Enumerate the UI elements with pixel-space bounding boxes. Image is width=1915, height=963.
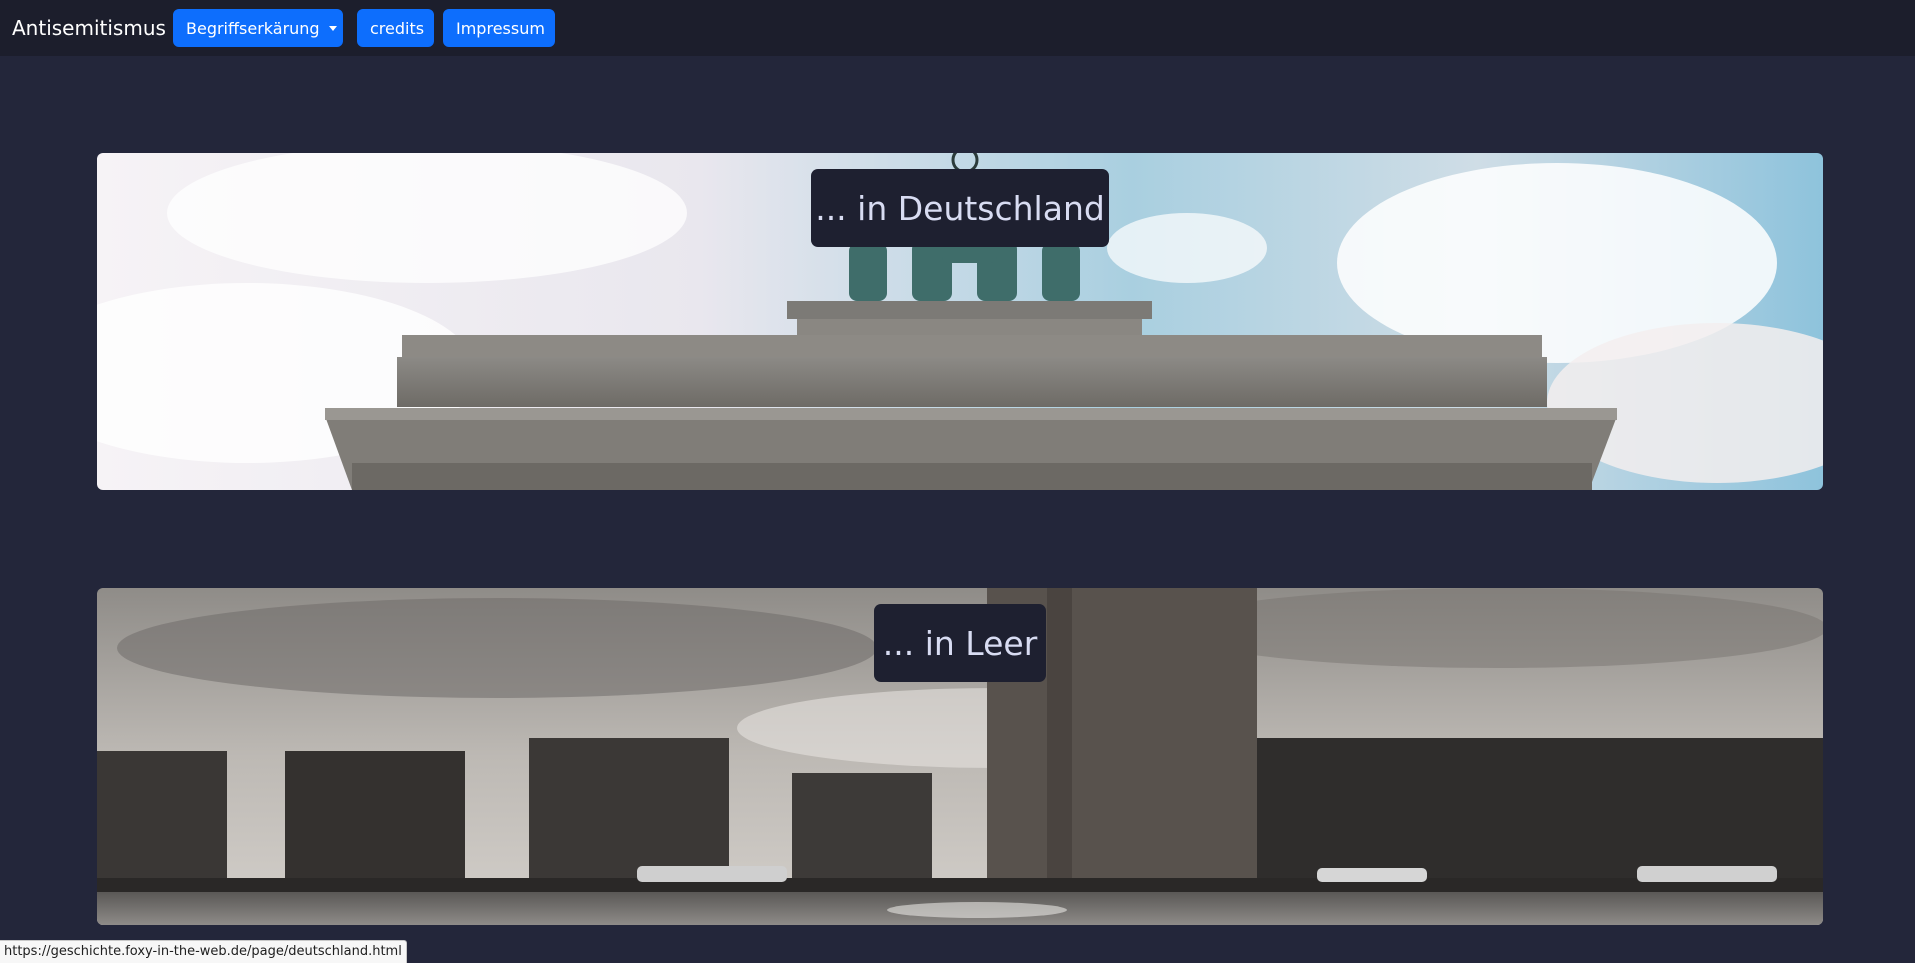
status-bar-url: https://geschichte.foxy-in-the-web.de/pa… xyxy=(0,940,407,963)
caret-down-icon xyxy=(328,25,337,31)
card-title-deutschland: ... in Deutschland xyxy=(811,169,1109,247)
card-leer[interactable]: ... in Leer xyxy=(97,588,1823,925)
impressum-button[interactable]: Impressum xyxy=(443,9,555,47)
credits-button[interactable]: credits xyxy=(357,9,434,47)
impressum-button-label: Impressum xyxy=(456,18,545,38)
credits-button-label: credits xyxy=(370,18,425,38)
card-deutschland[interactable]: ... in Deutschland xyxy=(97,153,1823,490)
top-navbar: Antisemitismus Begriffserkärung credits … xyxy=(0,0,1915,56)
begriffserklaerung-dropdown-button[interactable]: Begriffserkärung xyxy=(173,9,343,47)
brand-link[interactable]: Antisemitismus xyxy=(12,14,166,42)
dropdown-button-label: Begriffserkärung xyxy=(186,18,320,38)
card-title-leer: ... in Leer xyxy=(874,604,1046,682)
